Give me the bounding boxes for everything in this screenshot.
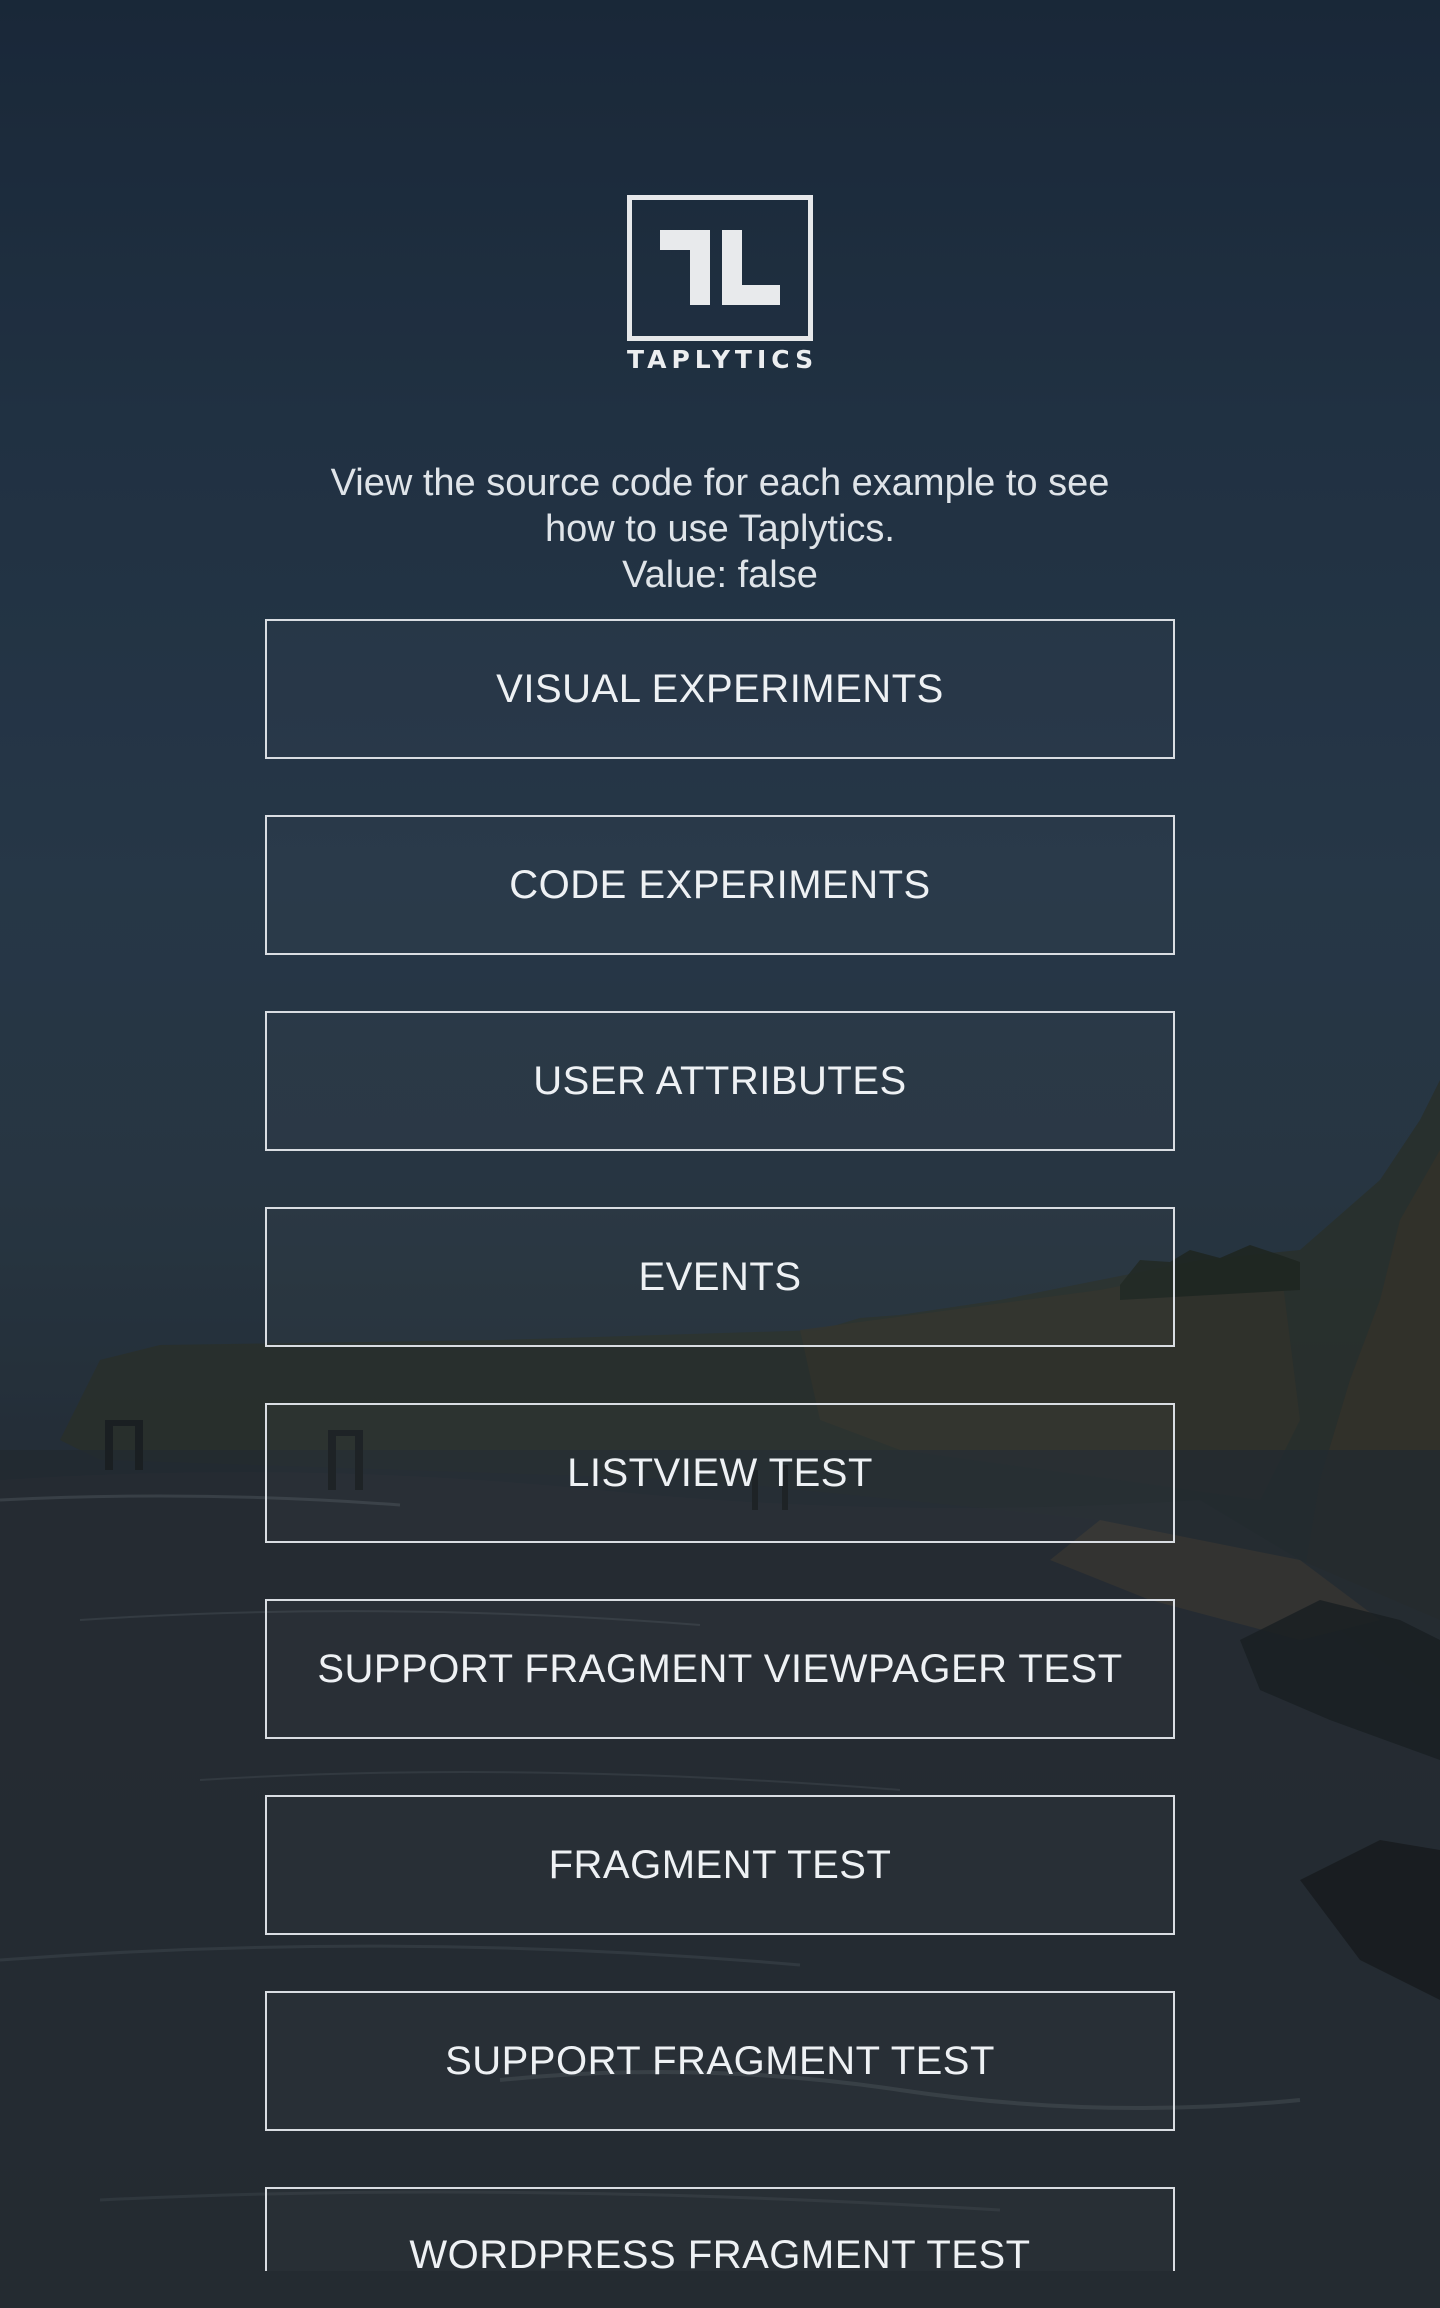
value-status: Value: false <box>622 554 818 596</box>
tl-logo-icon <box>627 195 813 341</box>
main-screen: TAPLYTICS View the source code for each … <box>0 0 1440 2308</box>
content-area: TAPLYTICS View the source code for each … <box>0 0 1440 2308</box>
taplytics-logo: TAPLYTICS <box>627 195 813 375</box>
user-attributes-button[interactable]: USER ATTRIBUTES <box>265 1011 1175 1151</box>
listview-test-button[interactable]: LISTVIEW TEST <box>265 1403 1175 1543</box>
intro-line-2: how to use Taplytics. <box>545 508 895 550</box>
support-fragment-test-button[interactable]: SUPPORT FRAGMENT TEST <box>265 1991 1175 2131</box>
wordpress-fragment-test-button[interactable]: WORDPRESS FRAGMENT TEST <box>265 2187 1175 2271</box>
fragment-test-button[interactable]: FRAGMENT TEST <box>265 1795 1175 1935</box>
intro-text: View the source code for each example to… <box>270 460 1170 598</box>
code-experiments-button[interactable]: CODE EXPERIMENTS <box>265 815 1175 955</box>
events-button[interactable]: EVENTS <box>265 1207 1175 1347</box>
brand-name: TAPLYTICS <box>627 345 819 374</box>
support-fragment-viewpager-test-button[interactable]: SUPPORT FRAGMENT VIEWPAGER TEST <box>265 1599 1175 1739</box>
intro-line-1: View the source code for each example to… <box>330 462 1110 504</box>
visual-experiments-button[interactable]: VISUAL EXPERIMENTS <box>265 619 1175 759</box>
example-button-list: VISUAL EXPERIMENTS CODE EXPERIMENTS USER… <box>265 619 1175 2308</box>
